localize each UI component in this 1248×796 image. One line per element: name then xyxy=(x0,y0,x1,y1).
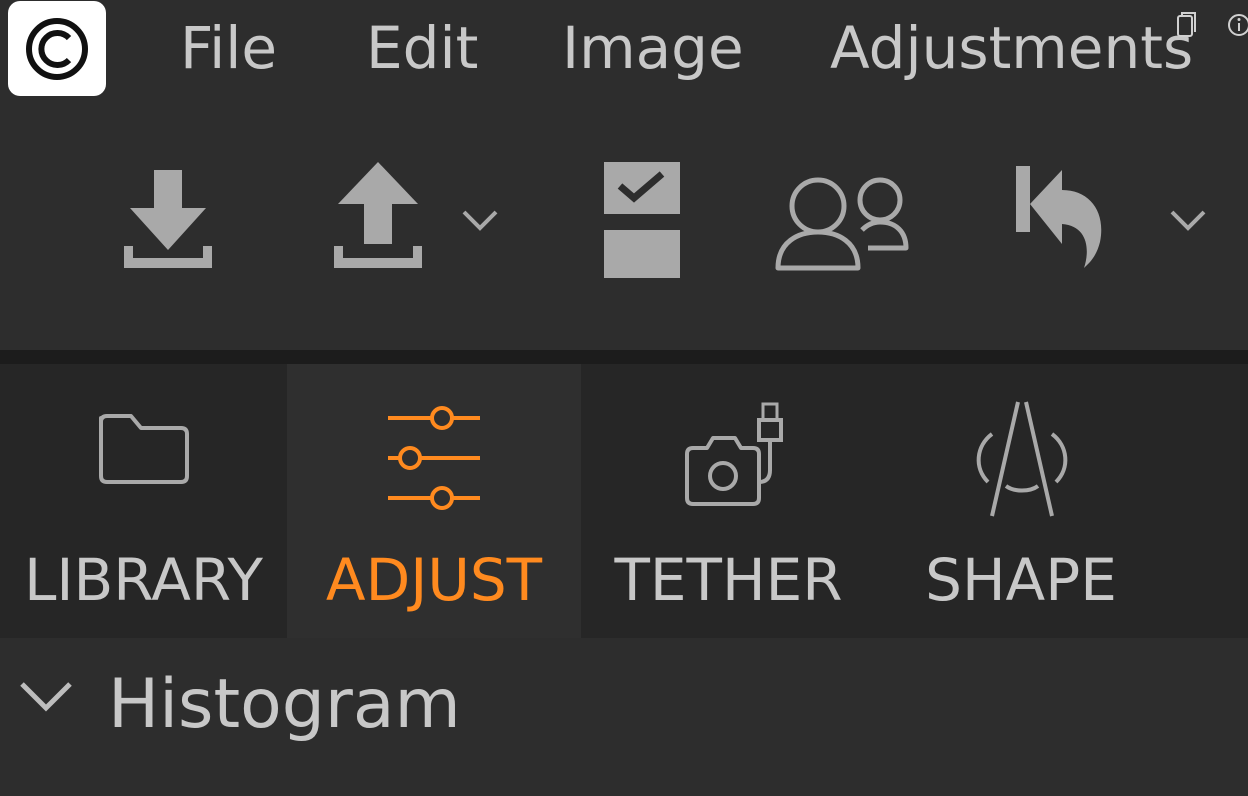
menu-file[interactable]: File xyxy=(180,12,277,84)
tab-adjust[interactable]: ADJUST xyxy=(287,364,581,638)
chevron-down-icon[interactable] xyxy=(1168,204,1208,234)
chevron-down-icon[interactable] xyxy=(460,204,500,234)
menu-adjustments[interactable]: Adjustments xyxy=(830,12,1193,84)
tab-shape[interactable]: SHAPE xyxy=(876,364,1166,638)
export-icon[interactable] xyxy=(326,160,430,284)
checklist-icon[interactable] xyxy=(600,160,684,282)
camera-tether-icon xyxy=(684,402,783,506)
menu-image[interactable]: Image xyxy=(562,12,744,84)
app-logo-icon[interactable] xyxy=(8,1,106,96)
histogram-panel: Histogram xyxy=(0,638,1248,796)
folder-icon xyxy=(98,414,189,484)
tab-tether[interactable]: TETHER xyxy=(581,364,876,638)
copy-icon[interactable] xyxy=(1174,10,1198,40)
import-icon[interactable] xyxy=(116,160,220,284)
tab-label: SHAPE xyxy=(925,546,1117,614)
info-icon[interactable] xyxy=(1226,10,1248,40)
mode-tabs: LIBRARY ADJUST TETHER SHAPE xyxy=(0,364,1248,638)
menu-edit[interactable]: Edit xyxy=(366,12,478,84)
toolbar xyxy=(0,100,1248,350)
tab-label: ADJUST xyxy=(325,546,543,614)
shape-icon xyxy=(976,401,1068,517)
sliders-icon xyxy=(388,406,480,510)
tab-label: TETHER xyxy=(614,546,843,614)
undo-icon[interactable] xyxy=(1010,164,1110,274)
divider xyxy=(0,350,1248,364)
chevron-down-icon[interactable] xyxy=(16,676,76,716)
tab-library[interactable]: LIBRARY xyxy=(0,364,287,638)
panel-title[interactable]: Histogram xyxy=(108,660,461,750)
menu-bar: File Edit Image Adjustments xyxy=(0,0,1248,100)
tab-label: LIBRARY xyxy=(24,546,263,614)
users-icon[interactable] xyxy=(772,174,912,274)
